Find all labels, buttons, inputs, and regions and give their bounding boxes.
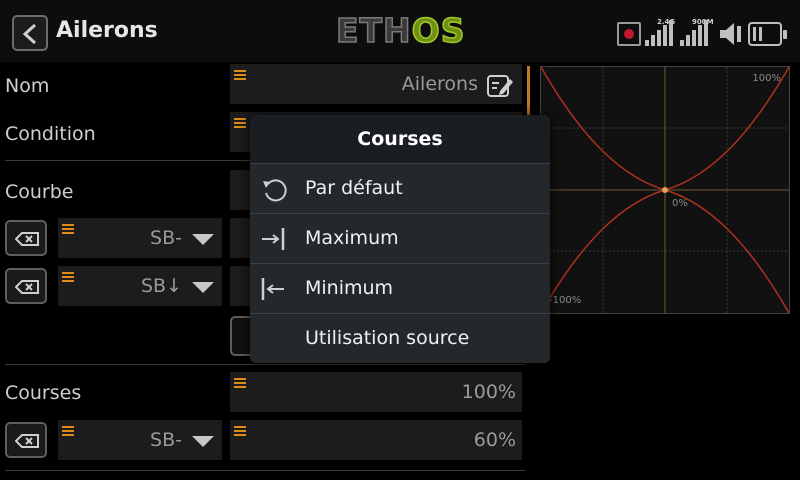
popup-item-utilisation-source[interactable]: Utilisation source <box>250 313 550 363</box>
page-title: Ailerons <box>56 18 158 43</box>
chevron-down-icon <box>192 282 214 293</box>
chevron-down-icon <box>192 436 214 447</box>
menu-icon <box>234 70 246 80</box>
speaker-icon <box>720 23 741 45</box>
courses-popup: Courses Par défaut Maximum Minimum Utili… <box>250 115 550 363</box>
curve-plot <box>541 67 789 313</box>
center-point <box>662 187 668 193</box>
courses-source-dropdown-1[interactable]: SB- <box>58 420 222 460</box>
clear-button[interactable] <box>5 220 47 256</box>
top-bar: Ailerons ETHOS 2.4G 900M <box>0 0 800 62</box>
backspace-icon <box>15 434 39 448</box>
popup-item-par-defaut[interactable]: Par défaut <box>250 163 550 213</box>
condition-label: Condition <box>5 123 96 145</box>
courses-field[interactable]: 100% <box>230 372 522 412</box>
signal-2-4g-icon: 2.4G <box>645 18 675 46</box>
graph-center-label: 0% <box>672 198 688 209</box>
record-icon <box>617 22 641 46</box>
curve-graph: 100% 0% -100% <box>540 66 790 314</box>
battery-icon <box>748 22 787 46</box>
backspace-icon <box>15 280 39 294</box>
menu-icon <box>62 224 74 234</box>
clear-button[interactable] <box>5 422 47 458</box>
popup-item-maximum[interactable]: Maximum <box>250 213 550 263</box>
backspace-icon <box>15 232 39 246</box>
menu-icon <box>62 272 74 282</box>
chevron-down-icon <box>192 234 214 245</box>
courbe-source-dropdown-2[interactable]: SB↓ <box>58 266 222 306</box>
back-button[interactable] <box>12 15 48 51</box>
chevron-left-icon <box>22 23 37 45</box>
signal-900m-icon: 900M <box>680 18 714 46</box>
popup-title: Courses <box>250 115 550 163</box>
courses-value-field-1[interactable]: 60% <box>230 420 522 460</box>
scroll-indicator <box>527 66 530 118</box>
popup-item-minimum[interactable]: Minimum <box>250 263 550 313</box>
nom-label: Nom <box>5 75 50 97</box>
graph-bottom-label: -100% <box>549 295 582 306</box>
nom-field[interactable]: Ailerons <box>230 64 522 104</box>
divider <box>5 364 525 365</box>
divider <box>5 470 525 471</box>
menu-icon <box>62 426 74 436</box>
edit-icon <box>487 75 513 97</box>
menu-icon <box>234 426 246 436</box>
courbe-source-dropdown-1[interactable]: SB- <box>58 218 222 258</box>
nom-value: Ailerons <box>401 73 478 95</box>
clear-button[interactable] <box>5 268 47 304</box>
graph-top-label: 100% <box>752 73 781 84</box>
menu-icon <box>234 118 246 128</box>
reset-icon <box>263 179 287 202</box>
ethos-logo: ETHOS <box>335 10 466 51</box>
menu-icon <box>234 378 246 388</box>
arrow-to-max-icon <box>262 228 285 250</box>
arrow-to-min-icon <box>261 278 284 300</box>
courbe-label: Courbe <box>5 181 74 203</box>
courses-label: Courses <box>5 382 82 404</box>
